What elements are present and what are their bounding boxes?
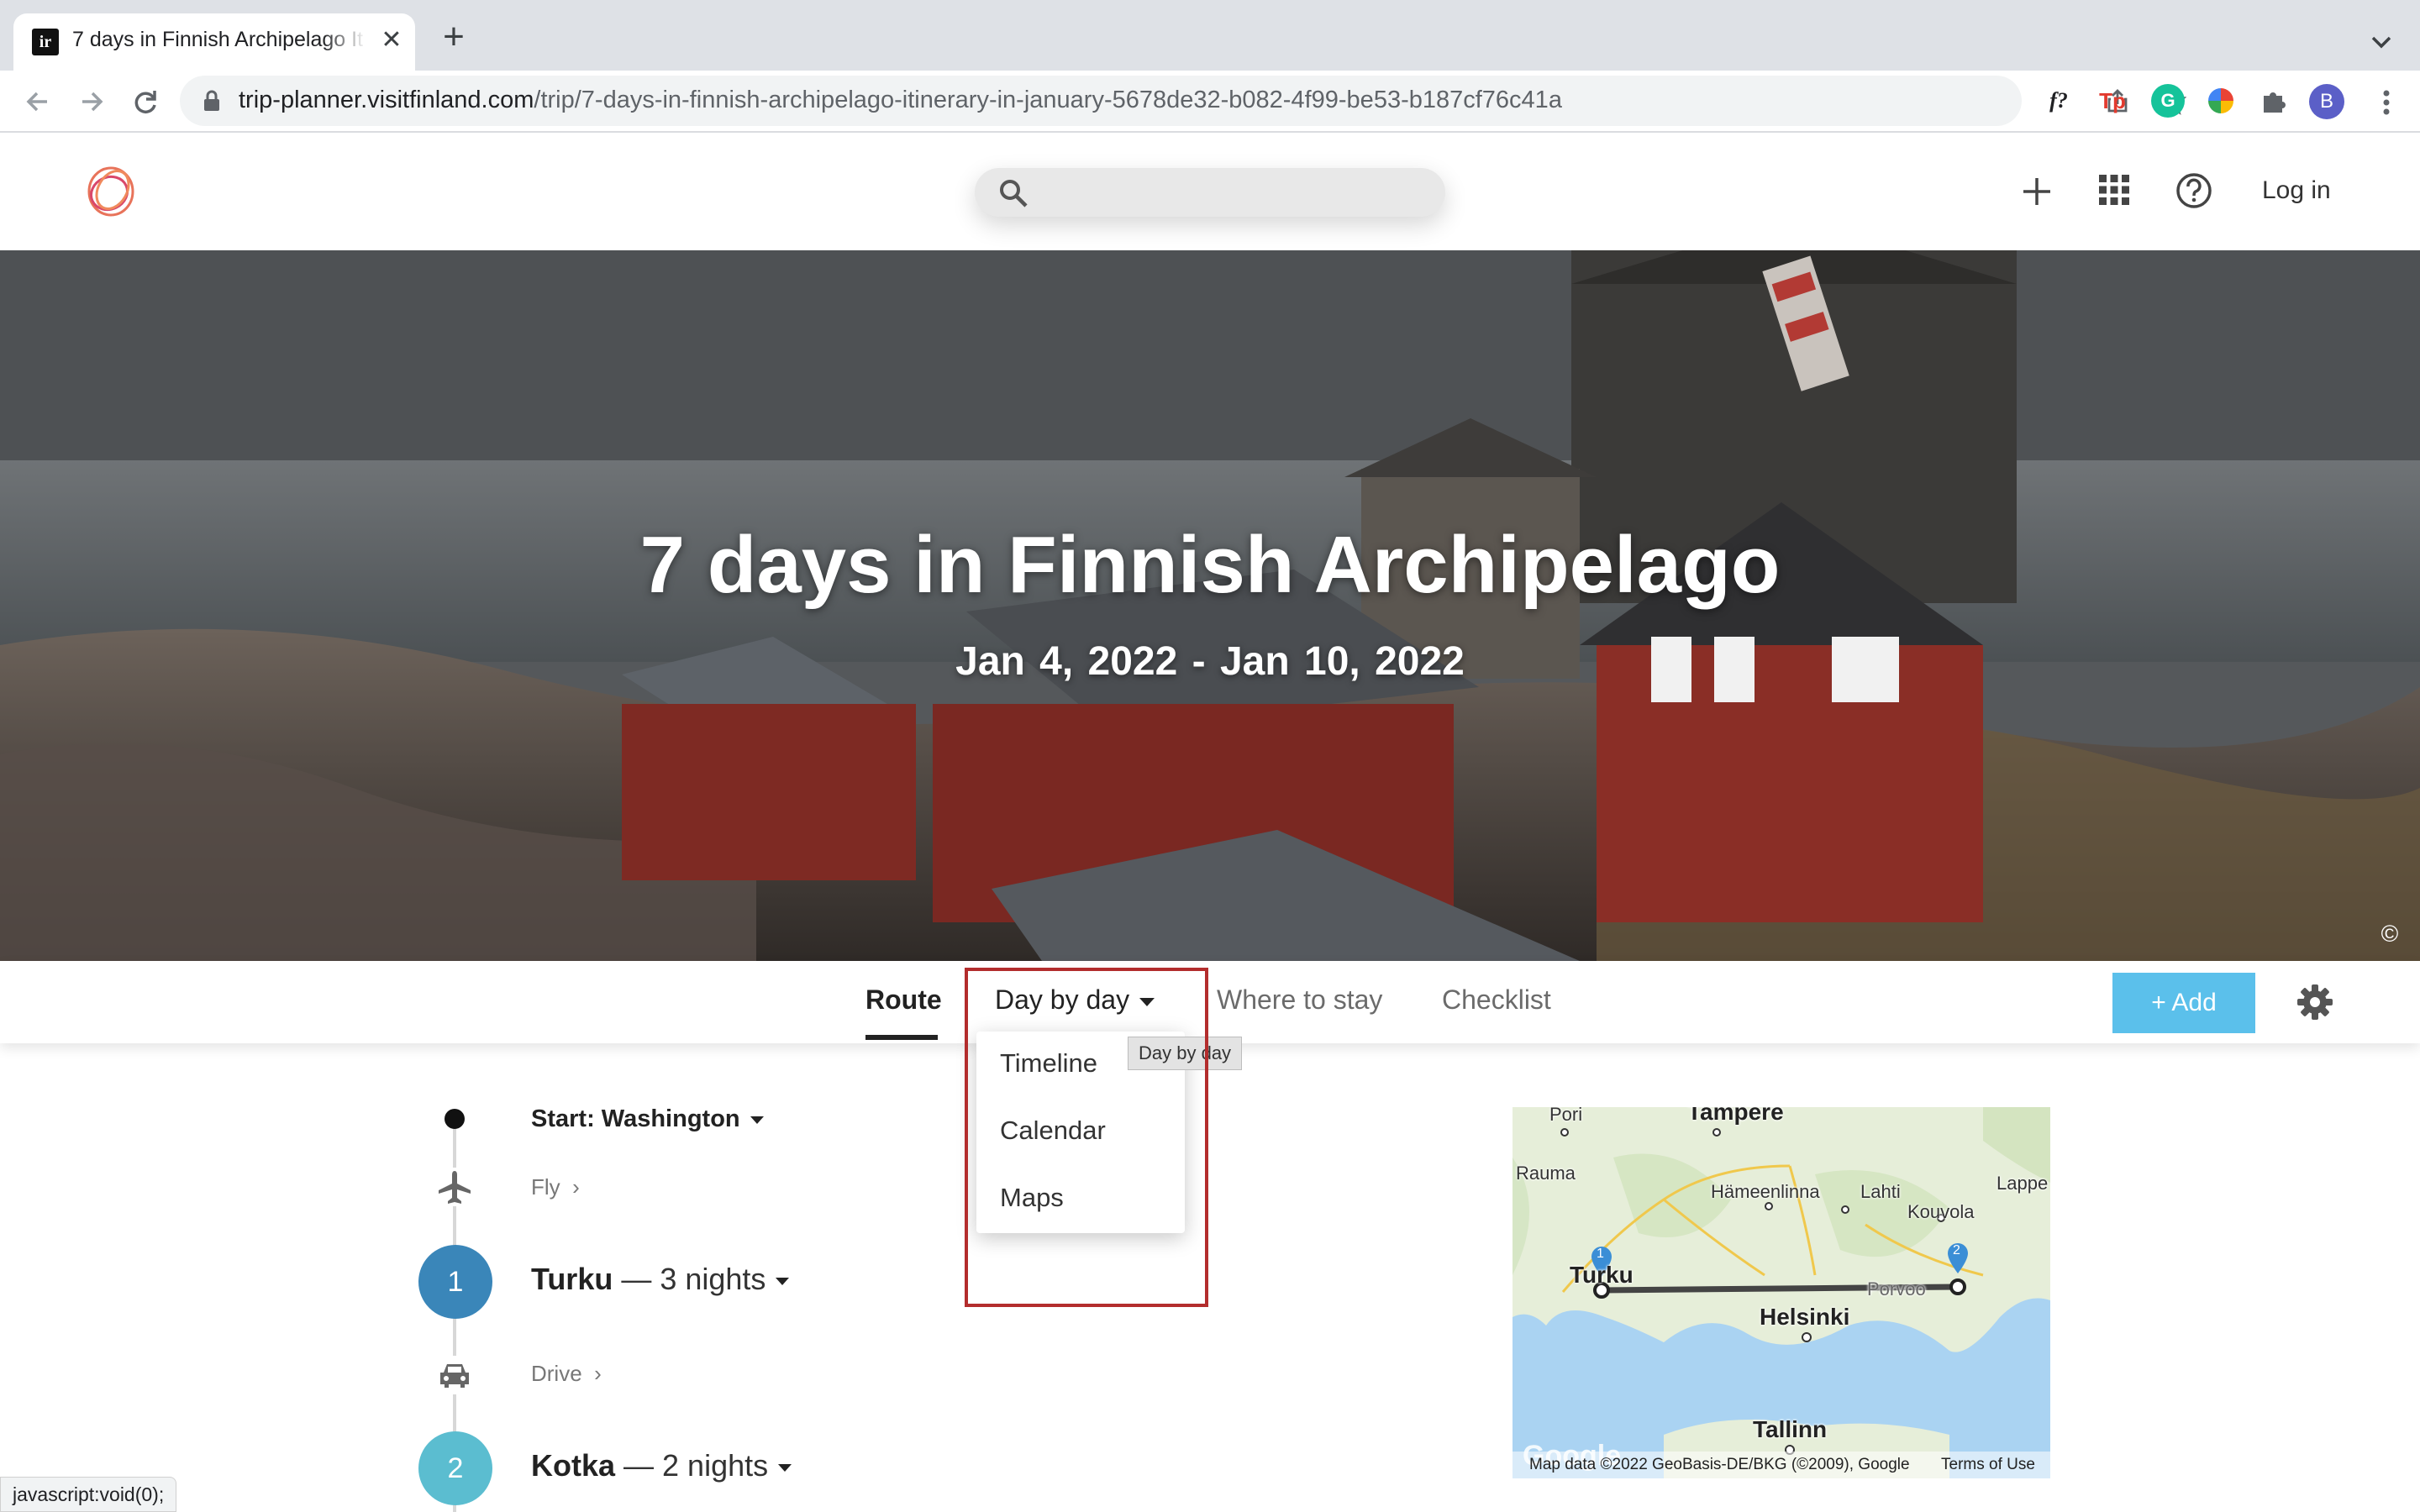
stop-nights: — 2 nights [615,1448,769,1483]
favicon-icon: ir [32,29,59,55]
tab-strip: ir 7 days in Finnish Archipelago It ✕ + [0,0,2420,71]
browser-toolbar: trip-planner.visitfinland.com/trip/7-day… [0,71,2420,133]
map-label-kouvola: Kouvola [1907,1201,1975,1222]
start-location-label: Start: Washington [531,1105,740,1132]
trip-title: 7 days in Finnish Archipelago [639,520,1781,610]
stop-city: Kotka [531,1448,616,1483]
extension-tp-icon[interactable]: Tp [2096,84,2129,118]
map-terms-link[interactable]: Terms of Use [1941,1452,2035,1478]
map-label-tampere: Tampere [1687,1107,1784,1125]
url-text[interactable]: trip-planner.visitfinland.com/trip/7-day… [239,87,1562,114]
new-tab-button[interactable]: + [434,18,474,59]
extension-grammarly-icon[interactable]: G [2151,84,2185,118]
help-icon[interactable] [2175,171,2213,210]
profile-avatar[interactable]: B [2309,84,2344,119]
start-location-dropdown[interactable]: Start: Washington [531,1105,764,1133]
url-path: /trip/7-days-in-finnish-archipelago-itin… [534,87,1562,113]
chevron-right-icon: › [572,1174,580,1200]
map-label-pori: Pori [1549,1107,1583,1125]
browser-tab[interactable]: ir 7 days in Finnish Archipelago It ✕ [13,13,415,71]
map-label-lahti: Lahti [1860,1181,1901,1202]
address-bar[interactable]: trip-planner.visitfinland.com/trip/7-day… [180,76,2186,126]
map-label-hameenlinna: Hämeenlinna [1711,1181,1820,1202]
stop-number-badge: 2 [418,1431,492,1505]
trip-dates: Jan 4, 2022 - Jan 10, 2022 [955,639,1465,684]
map-data-text: Map data ©2022 GeoBasis-DE/BKG (©2009), … [1529,1456,1910,1473]
car-icon [435,1356,474,1394]
tab-where-to-stay[interactable]: Where to stay [1217,984,1382,1016]
reload-icon[interactable] [126,82,165,121]
map-label-lappe: Lappe [1996,1173,2049,1194]
tab-title: 7 days in Finnish Archipelago It [72,28,364,51]
hero-banner: 7 days in Finnish Archipelago Jan 4, 202… [0,250,2420,961]
stop-city: Turku [531,1262,613,1296]
highlight-annotation-box [965,968,1208,1307]
gear-icon[interactable] [2294,981,2336,1023]
route-map[interactable]: Pori Tampere Rauma Hämeenlinna Lahti Lap… [1512,1107,2050,1478]
drive-segment-link[interactable]: Drive › [531,1361,602,1387]
search-icon[interactable] [998,178,1028,208]
login-link[interactable]: Log in [2262,176,2331,205]
map-attribution: Map data ©2022 GeoBasis-DE/BKG (©2009), … [1512,1452,2050,1478]
back-icon[interactable] [18,82,57,121]
logo-icon[interactable] [81,161,141,222]
stop-turku-dropdown[interactable]: Turku — 3 nights [531,1262,790,1297]
search-input[interactable] [1042,176,1428,208]
stop-nights: — 3 nights [613,1262,766,1296]
map-label-tallinn: Tallinn [1753,1416,1828,1442]
tab-route[interactable]: Route [865,984,942,1016]
add-button[interactable]: + Add [2112,973,2255,1033]
start-dot [445,1109,465,1129]
photo-credit-icon[interactable]: © [2376,921,2403,948]
site-header: Log in [0,133,2420,250]
tab-search-chevron-icon[interactable] [2365,25,2398,59]
drive-label: Drive [531,1361,582,1386]
tab-close-button[interactable]: ✕ [376,25,407,55]
tab-checklist[interactable]: Checklist [1442,984,1551,1016]
map-label-porvoo: Porvoo [1867,1278,1926,1299]
fly-segment-link[interactable]: Fly › [531,1174,580,1200]
stop-kotka-dropdown[interactable]: Kotka — 2 nights [531,1448,792,1483]
browser-chrome: ir 7 days in Finnish Archipelago It ✕ + … [0,0,2420,133]
caret-down-icon [778,1463,792,1472]
extension-color-wheel-icon[interactable] [2208,88,2233,113]
forward-icon[interactable] [72,82,111,121]
caret-down-icon [750,1116,764,1124]
apps-grid-icon[interactable] [2097,173,2131,207]
plus-icon[interactable] [2018,173,2055,210]
trip-tabs-bar: Route Day by day Where to stay Checklist… [0,961,2420,1043]
status-bar: javascript:void(0); [0,1477,177,1512]
map-label-helsinki: Helsinki [1760,1304,1850,1330]
puzzle-icon[interactable] [2257,84,2291,118]
caret-down-icon [776,1277,790,1285]
site-search-bar[interactable] [975,168,1445,217]
active-tab-underline [865,1035,938,1040]
map-marker-1[interactable]: 1 [1597,1247,1604,1262]
lock-icon[interactable] [202,89,222,113]
map-label-turku: Turku [1570,1262,1634,1288]
extension-f-icon[interactable]: f? [2042,84,2075,118]
kebab-icon[interactable] [2370,86,2403,119]
stop-number-badge: 1 [418,1245,492,1319]
map-marker-2[interactable]: 2 [1953,1243,1960,1258]
fly-label: Fly [531,1174,560,1200]
chevron-right-icon: › [594,1361,602,1386]
airplane-icon [435,1168,474,1206]
url-host: trip-planner.visitfinland.com [239,87,534,113]
map-label-rauma: Rauma [1516,1163,1576,1184]
